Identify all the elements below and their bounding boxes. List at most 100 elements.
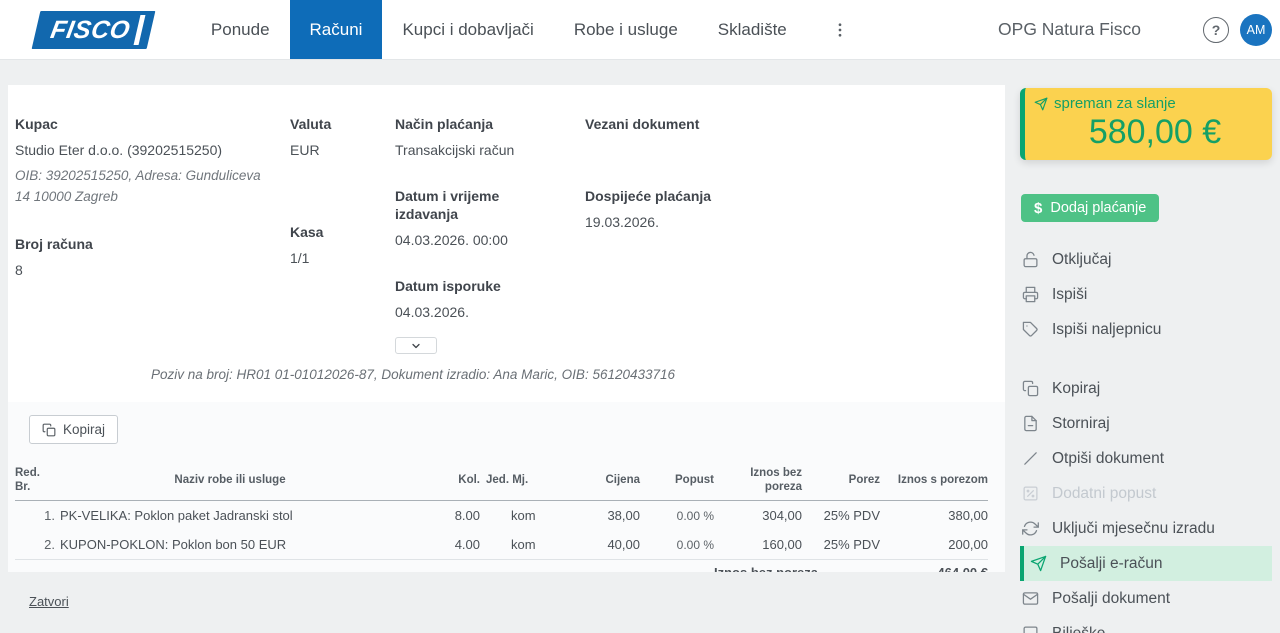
- vezani-dokument-label: Vezani dokument: [585, 115, 1005, 133]
- invoice-details-card: Kupac Studio Eter d.o.o. (39202515250) O…: [8, 85, 1005, 402]
- tab-kupci-i-dobavljaci[interactable]: Kupci i dobavljači: [382, 0, 553, 59]
- col-naziv: Naziv robe ili usluge: [55, 460, 405, 501]
- copy-button-label: Kopiraj: [63, 422, 105, 437]
- kasa-value: 1/1: [290, 249, 395, 267]
- add-payment-label: Dodaj plaćanje: [1050, 200, 1146, 216]
- invoice-total-amount: 580,00 €: [1034, 112, 1262, 152]
- kasa-label: Kasa: [290, 223, 395, 241]
- action-label: Uključi mjesečnu izradu: [1052, 520, 1215, 538]
- fisco-logo[interactable]: FISCO: [36, 11, 151, 49]
- close-link[interactable]: Zatvori: [29, 594, 69, 609]
- col-kol: Kol.: [405, 460, 480, 501]
- action-label: Otpiši dokument: [1052, 450, 1164, 468]
- copy-items-button[interactable]: Kopiraj: [29, 415, 118, 444]
- action-posalji-dokument[interactable]: Pošalji dokument: [1020, 581, 1272, 616]
- row-qty: 4.00: [405, 530, 480, 560]
- dospijece-value: 19.03.2026.: [585, 213, 1005, 231]
- datum-isporuke-label: Datum isporuke: [395, 277, 555, 295]
- expand-details-button[interactable]: [395, 337, 437, 354]
- field-vezani-dokument: Vezani dokument: [585, 115, 1005, 133]
- items-panel: Kopiraj Red. Br. Naziv robe ili usluge K…: [8, 402, 1005, 572]
- document-column: Kupac Studio Eter d.o.o. (39202515250) O…: [0, 60, 1005, 611]
- row-unit: kom: [480, 530, 548, 560]
- action-otpisi-dokument[interactable]: Otpiši dokument: [1020, 441, 1272, 476]
- send-icon: [1034, 97, 1048, 111]
- kupac-label: Kupac: [15, 115, 290, 133]
- table-row[interactable]: 2. KUPON-POKLON: Poklon bon 50 EUR 4.00 …: [15, 530, 988, 560]
- nacin-placanja-label: Način plaćanja: [395, 115, 555, 133]
- tab-racuni[interactable]: Računi: [290, 0, 383, 59]
- percent-square-icon: [1022, 485, 1039, 502]
- fisco-logo-shape: FISCO: [32, 11, 156, 49]
- avatar[interactable]: AM: [1240, 14, 1272, 46]
- send-icon: [1030, 555, 1047, 572]
- field-datum-izdavanja: Datum i vrijeme izdavanja 04.03.2026. 00…: [395, 187, 585, 249]
- refresh-icon: [1022, 520, 1039, 537]
- col-jed-mj: Jed. Mj.: [480, 460, 548, 501]
- reference-note: Poziv na broj: HR01 01-01012026-87, Doku…: [8, 367, 818, 382]
- col-red-br: Red. Br.: [15, 460, 55, 501]
- actions-list: Otključaj Ispiši Ispiši naljepnicu Kopir…: [1020, 242, 1272, 633]
- totals-net-label: Iznos bez poreza: [714, 560, 804, 573]
- col-popust: Popust: [646, 460, 714, 501]
- row-tax: 25% PDV: [804, 530, 884, 560]
- action-label: Pošalji e-račun: [1060, 555, 1163, 573]
- action-ukljuci-mjesecnu-izradu[interactable]: Uključi mjesečnu izradu: [1020, 511, 1272, 546]
- action-label: Ispiši naljepnicu: [1052, 321, 1161, 339]
- action-ispisi-naljepnicu[interactable]: Ispiši naljepnicu: [1020, 312, 1272, 347]
- action-label: Otključaj: [1052, 251, 1111, 269]
- row-price: 38,00: [548, 501, 646, 531]
- unlock-icon: [1022, 251, 1039, 268]
- more-menu-icon[interactable]: [823, 21, 857, 39]
- col-porez: Porez: [804, 460, 884, 501]
- totals-net-value: 464,00 €: [884, 560, 988, 573]
- tab-ponude[interactable]: Ponude: [191, 0, 290, 59]
- fisco-logo-slash: [133, 15, 145, 45]
- action-ispisi[interactable]: Ispiši: [1020, 277, 1272, 312]
- totals-row: Iznos bez poreza 464,00 €: [15, 560, 988, 573]
- action-label: Ispiši: [1052, 286, 1087, 304]
- top-nav: FISCO Ponude Računi Kupci i dobavljači R…: [0, 0, 1280, 60]
- table-row[interactable]: 1. PK-VELIKA: Poklon paket Jadranski sto…: [15, 501, 988, 531]
- tab-robe-i-usluge[interactable]: Robe i usluge: [554, 0, 698, 59]
- pencil-line-icon: [1022, 450, 1039, 467]
- field-kupac: Kupac Studio Eter d.o.o. (39202515250) O…: [15, 115, 290, 207]
- field-dospijece: Dospijeće plaćanja 19.03.2026.: [585, 187, 1005, 231]
- action-label: Storniraj: [1052, 415, 1110, 433]
- row-num: 2.: [15, 530, 55, 560]
- tab-skladiste[interactable]: Skladište: [698, 0, 807, 59]
- chevron-down-icon: [410, 340, 422, 352]
- action-label: Kopiraj: [1052, 380, 1100, 398]
- broj-racuna-label: Broj računa: [15, 235, 290, 253]
- help-icon[interactable]: ?: [1203, 17, 1229, 43]
- app-root: FISCO Ponude Računi Kupci i dobavljači R…: [0, 0, 1280, 633]
- printer-icon: [1022, 286, 1039, 303]
- nacin-placanja-value: Transakcijski račun: [395, 141, 585, 159]
- action-kopiraj[interactable]: Kopiraj: [1020, 371, 1272, 406]
- col-iznos-s-porezom: Iznos s porezom: [884, 460, 988, 501]
- row-tax: 25% PDV: [804, 501, 884, 531]
- actions-sidebar: spreman za slanje 580,00 € $ Dodaj plaća…: [1020, 60, 1272, 633]
- status-card: spreman za slanje 580,00 €: [1020, 88, 1272, 160]
- row-discount: 0.00 %: [646, 501, 714, 531]
- kupac-value: Studio Eter d.o.o. (39202515250): [15, 141, 290, 159]
- dollar-icon: $: [1034, 200, 1042, 217]
- chat-bubble-icon: [1022, 625, 1039, 633]
- datum-izdavanja-value: 04.03.2026. 00:00: [395, 231, 585, 249]
- row-net: 304,00: [714, 501, 804, 531]
- action-biljeske[interactable]: Bilješke: [1020, 616, 1272, 633]
- action-otkljucaj[interactable]: Otključaj: [1020, 242, 1272, 277]
- main-area: Kupac Studio Eter d.o.o. (39202515250) O…: [0, 60, 1280, 633]
- org-name[interactable]: OPG Natura Fisco: [998, 19, 1141, 40]
- action-storniraj[interactable]: Storniraj: [1020, 406, 1272, 441]
- field-valuta: Valuta EUR: [290, 115, 395, 159]
- field-broj-racuna: Broj računa 8: [15, 235, 290, 279]
- row-unit: kom: [480, 501, 548, 531]
- row-gross: 380,00: [884, 501, 988, 531]
- row-qty: 8.00: [405, 501, 480, 531]
- row-num: 1.: [15, 501, 55, 531]
- valuta-label: Valuta: [290, 115, 395, 133]
- action-posalji-e-racun[interactable]: Pošalji e-račun: [1020, 546, 1272, 581]
- add-payment-button[interactable]: $ Dodaj plaćanje: [1021, 194, 1159, 222]
- copy-icon: [1022, 380, 1039, 397]
